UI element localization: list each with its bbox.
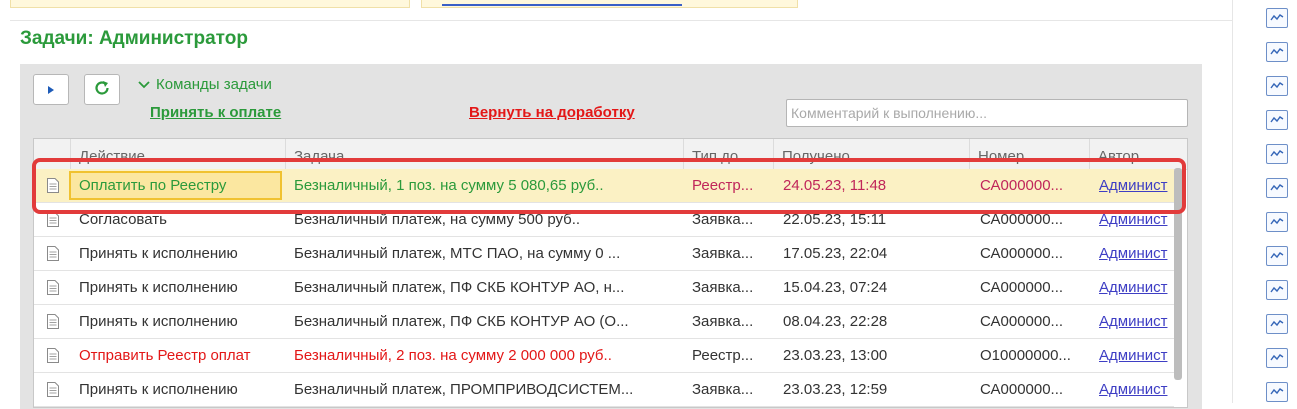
cell-author[interactable]: Админист xyxy=(1099,373,1174,406)
cell-author[interactable]: Админист xyxy=(1099,305,1174,338)
divider xyxy=(10,20,1232,21)
cell-received: 23.03.23, 13:00 xyxy=(783,347,888,364)
table-scrollbar[interactable] xyxy=(1174,168,1182,380)
play-icon xyxy=(47,81,55,98)
cell-action: Принять к исполнению xyxy=(79,279,238,296)
table-row[interactable]: Принять к исполнению Безналичный платеж, … xyxy=(34,237,1174,271)
chart-icon[interactable] xyxy=(1266,348,1288,368)
cell-type: Заявка... xyxy=(692,381,754,398)
cell-task: Безналичный, 1 поз. на сумму 5 080,65 ру… xyxy=(294,177,604,194)
cell-task: Безналичный платеж, МТС ПАО, на сумму 0 … xyxy=(294,245,621,262)
chart-icon[interactable] xyxy=(1266,246,1288,266)
cell-type: Заявка... xyxy=(692,211,754,228)
document-icon xyxy=(47,348,59,363)
chart-icon[interactable] xyxy=(1266,76,1288,96)
cell-number: СА000000... xyxy=(980,313,1064,330)
cell-received: 15.04.23, 07:24 xyxy=(783,279,888,296)
cell-number: СА000000... xyxy=(980,245,1064,262)
table-header: Действие Задача Тип до... Получено Номер… xyxy=(34,139,1187,170)
column-header-number[interactable]: Номер xyxy=(969,139,1089,169)
cell-author[interactable]: Админист xyxy=(1099,169,1174,202)
document-icon xyxy=(47,382,59,397)
cell-author[interactable]: Админист xyxy=(1099,339,1174,372)
chart-icon[interactable] xyxy=(1266,110,1288,130)
cell-task: Безналичный платеж, на сумму 500 руб.. xyxy=(294,211,581,228)
table-row[interactable]: Принять к исполнению Безналичный платеж, … xyxy=(34,271,1174,305)
comment-input[interactable] xyxy=(786,99,1188,127)
cell-number: СА000000... xyxy=(980,177,1064,194)
cell-type: Заявка... xyxy=(692,245,754,262)
chart-icon[interactable] xyxy=(1266,42,1288,62)
cell-action: Согласовать xyxy=(79,211,167,228)
divider xyxy=(1232,0,1233,403)
cell-received: 24.05.23, 11:48 xyxy=(783,177,887,194)
column-header-action[interactable]: Действие xyxy=(70,139,285,169)
table-row[interactable]: Оплатить по Реестру Безналичный, 1 поз. н… xyxy=(34,169,1174,203)
cell-received: 22.05.23, 15:11 xyxy=(783,211,887,228)
document-icon xyxy=(47,280,59,295)
cell-task: Безналичный платеж, ПФ СКБ КОНТУР АО (О.… xyxy=(294,313,629,330)
task-commands-label: Команды задачи xyxy=(156,76,272,93)
refresh-button[interactable] xyxy=(84,74,120,105)
cell-number: СА000000... xyxy=(980,279,1064,296)
column-header-author[interactable]: Автор xyxy=(1089,139,1187,169)
task-commands-toggle[interactable]: Команды задачи xyxy=(138,76,272,93)
column-header-task[interactable]: Задача xyxy=(285,139,683,169)
cell-author[interactable]: Админист xyxy=(1099,237,1174,270)
top-panel-left xyxy=(10,0,410,8)
top-panel-right xyxy=(421,0,798,8)
document-icon xyxy=(47,212,59,227)
cell-received: 23.03.23, 12:59 xyxy=(783,381,888,398)
chart-icon[interactable] xyxy=(1266,144,1288,164)
cell-task: Безналичный платеж, ПРОМПРИВОДСИСТЕМ... xyxy=(294,381,634,398)
cell-number: СА000000... xyxy=(980,381,1064,398)
chart-icon[interactable] xyxy=(1266,382,1288,402)
cell-action: Оплатить по Реестру xyxy=(79,177,227,194)
tasks-table: Действие Задача Тип до... Получено Номер… xyxy=(33,138,1188,408)
document-icon xyxy=(47,178,59,193)
cell-received: 17.05.23, 22:04 xyxy=(783,245,888,262)
cell-number: О10000000... xyxy=(980,347,1071,364)
column-header-received[interactable]: Получено xyxy=(773,139,969,169)
cell-author[interactable]: Админист xyxy=(1099,271,1174,304)
cell-action: Принять к исполнению xyxy=(79,313,238,330)
chart-icon[interactable] xyxy=(1266,314,1288,334)
table-row[interactable]: Принять к исполнению Безналичный платеж, … xyxy=(34,305,1174,339)
document-icon xyxy=(47,314,59,329)
header-icon-column xyxy=(34,139,70,169)
chart-icon[interactable] xyxy=(1266,8,1288,28)
cell-action: Принять к исполнению xyxy=(79,245,238,262)
cell-task: Безналичный платеж, ПФ СКБ КОНТУР АО, н.… xyxy=(294,279,625,296)
cell-number: СА000000... xyxy=(980,211,1064,228)
table-row[interactable]: Отправить Реестр оплат Безналичный, 2 поз… xyxy=(34,339,1174,373)
page-title: Задачи: Администратор xyxy=(20,28,248,49)
chart-icon[interactable] xyxy=(1266,280,1288,300)
chart-icon[interactable] xyxy=(1266,212,1288,232)
cell-received: 08.04.23, 22:28 xyxy=(783,313,888,330)
cell-action: Отправить Реестр оплат xyxy=(79,347,251,364)
cell-author[interactable]: Админист xyxy=(1099,203,1174,236)
play-button[interactable] xyxy=(33,74,69,105)
cell-type: Реестр... xyxy=(692,347,754,364)
table-row[interactable]: Согласовать Безналичный платеж, на сумму … xyxy=(34,203,1174,237)
cell-action: Принять к исполнению xyxy=(79,381,238,398)
cell-type: Реестр... xyxy=(692,177,754,194)
return-for-revision-link[interactable]: Вернуть на доработку xyxy=(469,104,635,121)
accept-payment-link[interactable]: Принять к оплате xyxy=(150,104,281,121)
chart-icon[interactable] xyxy=(1266,178,1288,198)
refresh-icon xyxy=(93,79,111,101)
chevron-down-icon xyxy=(138,76,150,93)
cell-type: Заявка... xyxy=(692,313,754,330)
cell-type: Заявка... xyxy=(692,279,754,296)
cell-task: Безналичный, 2 поз. на сумму 2 000 000 р… xyxy=(294,347,612,364)
document-icon xyxy=(47,246,59,261)
table-row[interactable]: Принять к исполнению Безналичный платеж, … xyxy=(34,373,1174,407)
column-header-doc-type[interactable]: Тип до... xyxy=(683,139,773,169)
right-toolbar xyxy=(1257,0,1297,403)
